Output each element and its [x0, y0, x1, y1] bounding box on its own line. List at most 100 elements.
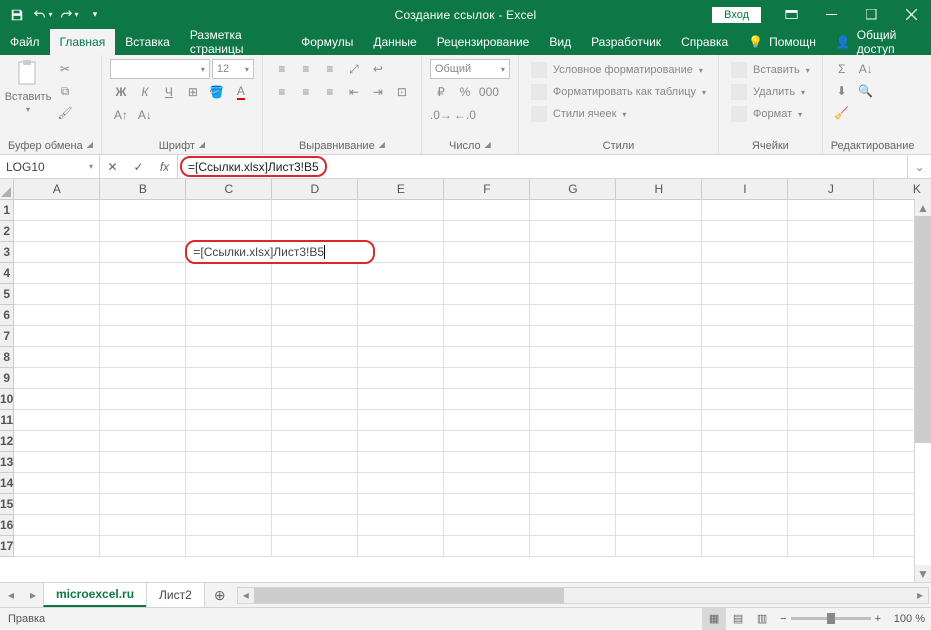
- name-box[interactable]: LOG10▾: [0, 155, 100, 178]
- cell-D1[interactable]: [272, 199, 358, 220]
- cell-A2[interactable]: [14, 220, 100, 241]
- cell-E11[interactable]: [358, 409, 444, 430]
- cell-C11[interactable]: [186, 409, 272, 430]
- cell-G17[interactable]: [530, 535, 616, 556]
- cell-J14[interactable]: [788, 472, 874, 493]
- cell-H8[interactable]: [616, 346, 702, 367]
- cell-G14[interactable]: [530, 472, 616, 493]
- cell-G15[interactable]: [530, 493, 616, 514]
- cell-B14[interactable]: [100, 472, 186, 493]
- sheet-nav-next-icon[interactable]: ▸: [22, 583, 44, 607]
- cell-F2[interactable]: [444, 220, 530, 241]
- cell-G16[interactable]: [530, 514, 616, 535]
- cell-F15[interactable]: [444, 493, 530, 514]
- cell-F1[interactable]: [444, 199, 530, 220]
- cell-A11[interactable]: [14, 409, 100, 430]
- cell-J10[interactable]: [788, 388, 874, 409]
- cell-C9[interactable]: [186, 367, 272, 388]
- cell-J5[interactable]: [788, 283, 874, 304]
- cell-B15[interactable]: [100, 493, 186, 514]
- share-button[interactable]: Общий доступ: [857, 28, 921, 56]
- cell-A3[interactable]: [14, 241, 100, 262]
- col-header-F[interactable]: F: [444, 179, 530, 199]
- percent-icon[interactable]: %: [454, 82, 476, 102]
- cell-H15[interactable]: [616, 493, 702, 514]
- cell-J8[interactable]: [788, 346, 874, 367]
- cell-A6[interactable]: [14, 304, 100, 325]
- tab-file[interactable]: Файл: [0, 29, 50, 55]
- cell-F6[interactable]: [444, 304, 530, 325]
- cell-E13[interactable]: [358, 451, 444, 472]
- tab-developer[interactable]: Разработчик: [581, 29, 671, 55]
- cell-G4[interactable]: [530, 262, 616, 283]
- cell-styles-button[interactable]: Стили ячеек▾: [527, 103, 710, 125]
- cell-A14[interactable]: [14, 472, 100, 493]
- col-header-G[interactable]: G: [530, 179, 616, 199]
- wrap-text-icon[interactable]: ↩: [367, 59, 389, 79]
- insert-cells-button[interactable]: Вставить▾: [727, 59, 814, 81]
- row-header-14[interactable]: 14: [0, 472, 14, 493]
- font-launcher-icon[interactable]: ◢: [199, 140, 205, 152]
- cell-C14[interactable]: [186, 472, 272, 493]
- align-top-icon[interactable]: ≡: [271, 59, 293, 79]
- cell-F14[interactable]: [444, 472, 530, 493]
- tab-data[interactable]: Данные: [363, 29, 426, 55]
- cell-E16[interactable]: [358, 514, 444, 535]
- zoom-out-icon[interactable]: −: [780, 613, 786, 625]
- cell-C17[interactable]: [186, 535, 272, 556]
- cell-J17[interactable]: [788, 535, 874, 556]
- cell-G1[interactable]: [530, 199, 616, 220]
- cell-B17[interactable]: [100, 535, 186, 556]
- spreadsheet-grid[interactable]: ABCDEFGHIJK123=[Ссылки.xlsx]Лист3!B54567…: [0, 179, 931, 582]
- cell-F4[interactable]: [444, 262, 530, 283]
- row-header-3[interactable]: 3: [0, 241, 14, 262]
- cell-D6[interactable]: [272, 304, 358, 325]
- col-header-K[interactable]: K: [874, 179, 931, 199]
- cell-B13[interactable]: [100, 451, 186, 472]
- cell-G10[interactable]: [530, 388, 616, 409]
- redo-icon[interactable]: ▾: [58, 4, 80, 26]
- decrease-decimal-icon[interactable]: ←.0: [454, 105, 476, 125]
- cell-B2[interactable]: [100, 220, 186, 241]
- undo-icon[interactable]: ▾: [32, 4, 54, 26]
- cell-G3[interactable]: [530, 241, 616, 262]
- cell-C16[interactable]: [186, 514, 272, 535]
- cell-J9[interactable]: [788, 367, 874, 388]
- cell-I16[interactable]: [702, 514, 788, 535]
- zoom-slider[interactable]: [791, 617, 871, 620]
- cell-J4[interactable]: [788, 262, 874, 283]
- normal-view-icon[interactable]: ▦: [702, 608, 726, 630]
- sort-filter-icon[interactable]: A↓: [855, 59, 877, 79]
- align-bottom-icon[interactable]: ≡: [319, 59, 341, 79]
- save-icon[interactable]: [6, 4, 28, 26]
- row-header-17[interactable]: 17: [0, 535, 14, 556]
- cell-B9[interactable]: [100, 367, 186, 388]
- cell-E12[interactable]: [358, 430, 444, 451]
- cell-I17[interactable]: [702, 535, 788, 556]
- cell-A12[interactable]: [14, 430, 100, 451]
- align-center-icon[interactable]: ≡: [295, 82, 317, 102]
- cell-A10[interactable]: [14, 388, 100, 409]
- cell-F12[interactable]: [444, 430, 530, 451]
- cell-C1[interactable]: [186, 199, 272, 220]
- cell-E10[interactable]: [358, 388, 444, 409]
- font-color-button[interactable]: A: [230, 82, 252, 102]
- cancel-formula-icon[interactable]: ✕: [100, 155, 126, 178]
- cell-H3[interactable]: [616, 241, 702, 262]
- scroll-up-icon[interactable]: ▲: [915, 199, 931, 216]
- clipboard-launcher-icon[interactable]: ◢: [87, 140, 93, 152]
- cell-E4[interactable]: [358, 262, 444, 283]
- cell-H11[interactable]: [616, 409, 702, 430]
- cell-C2[interactable]: [186, 220, 272, 241]
- cell-H13[interactable]: [616, 451, 702, 472]
- col-header-E[interactable]: E: [358, 179, 444, 199]
- cell-C6[interactable]: [186, 304, 272, 325]
- cell-C5[interactable]: [186, 283, 272, 304]
- cell-H14[interactable]: [616, 472, 702, 493]
- cell-I2[interactable]: [702, 220, 788, 241]
- find-icon[interactable]: 🔍: [855, 81, 877, 101]
- row-header-6[interactable]: 6: [0, 304, 14, 325]
- sheet-nav-prev-icon[interactable]: ◂: [0, 583, 22, 607]
- cell-I10[interactable]: [702, 388, 788, 409]
- cell-I7[interactable]: [702, 325, 788, 346]
